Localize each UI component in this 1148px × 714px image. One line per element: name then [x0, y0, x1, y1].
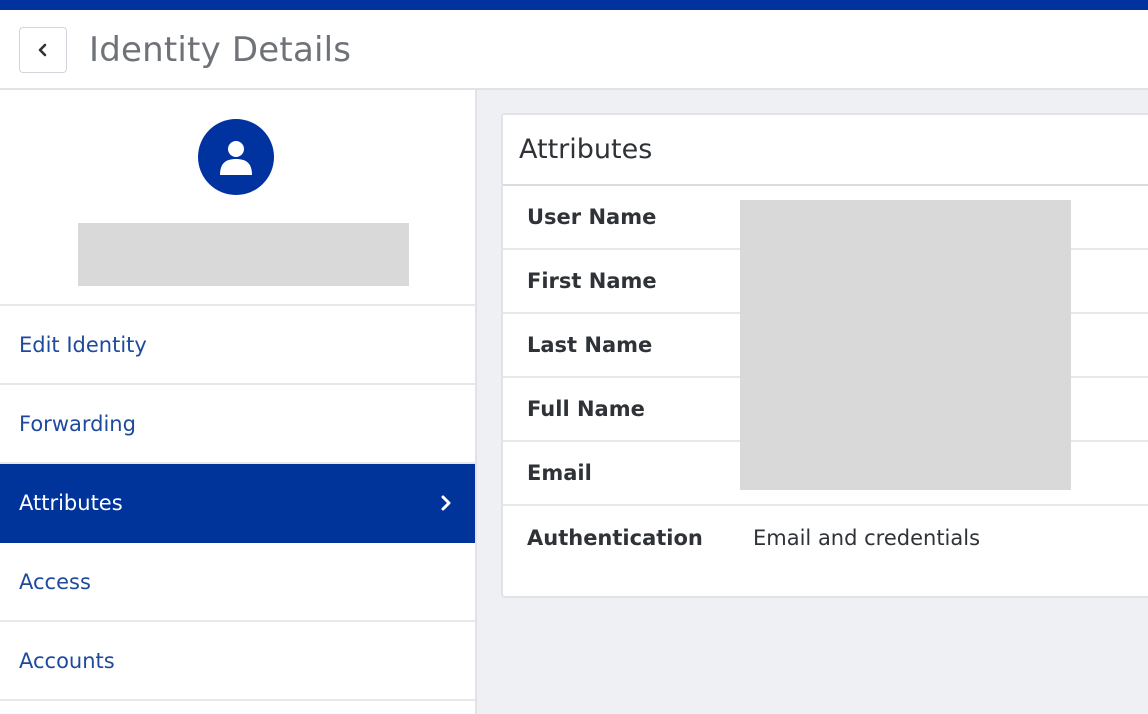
sidebar-item-label: Forwarding: [19, 411, 136, 436]
chevron-left-icon: [36, 42, 50, 58]
chevron-right-icon: [439, 494, 453, 512]
top-accent-bar: [0, 0, 1148, 10]
attribute-label: User Name: [527, 205, 657, 229]
avatar: [198, 119, 274, 195]
sidebar-item-label: Accounts: [19, 648, 115, 673]
sidebar-item-label: Edit Identity: [19, 332, 147, 357]
sidebar-item-accounts[interactable]: Accounts: [0, 622, 475, 701]
attribute-label: Full Name: [527, 397, 645, 421]
attribute-label: First Name: [527, 269, 657, 293]
sidebar-item-label: Attributes: [19, 490, 123, 515]
redacted-attribute-values: [740, 200, 1071, 490]
attribute-label: Email: [527, 461, 592, 485]
attribute-label: Last Name: [527, 333, 653, 357]
sidebar-item-attributes[interactable]: Attributes: [0, 464, 475, 543]
redacted-identity-name: [78, 223, 409, 286]
page-title: Identity Details: [89, 30, 352, 70]
sidebar-item-edit-identity[interactable]: Edit Identity: [0, 306, 475, 385]
back-button[interactable]: [19, 27, 67, 73]
sidebar: Edit Identity Forwarding Attributes Acce…: [0, 90, 477, 714]
card-title: Attributes: [503, 115, 1148, 186]
attribute-value: Email and credentials: [753, 526, 981, 550]
attributes-card: Attributes User Name First Name Last Nam…: [501, 113, 1148, 598]
page-header: Identity Details: [0, 10, 1148, 90]
attribute-row-authentication: Authentication Email and credentials: [503, 506, 1148, 570]
main-content: Attributes User Name First Name Last Nam…: [477, 90, 1148, 714]
profile-section: [0, 90, 475, 306]
user-icon: [217, 137, 255, 177]
sidebar-item-access[interactable]: Access: [0, 543, 475, 622]
attribute-label: Authentication: [527, 526, 703, 550]
sidebar-item-forwarding[interactable]: Forwarding: [0, 385, 475, 464]
sidebar-item-label: Access: [19, 569, 91, 594]
